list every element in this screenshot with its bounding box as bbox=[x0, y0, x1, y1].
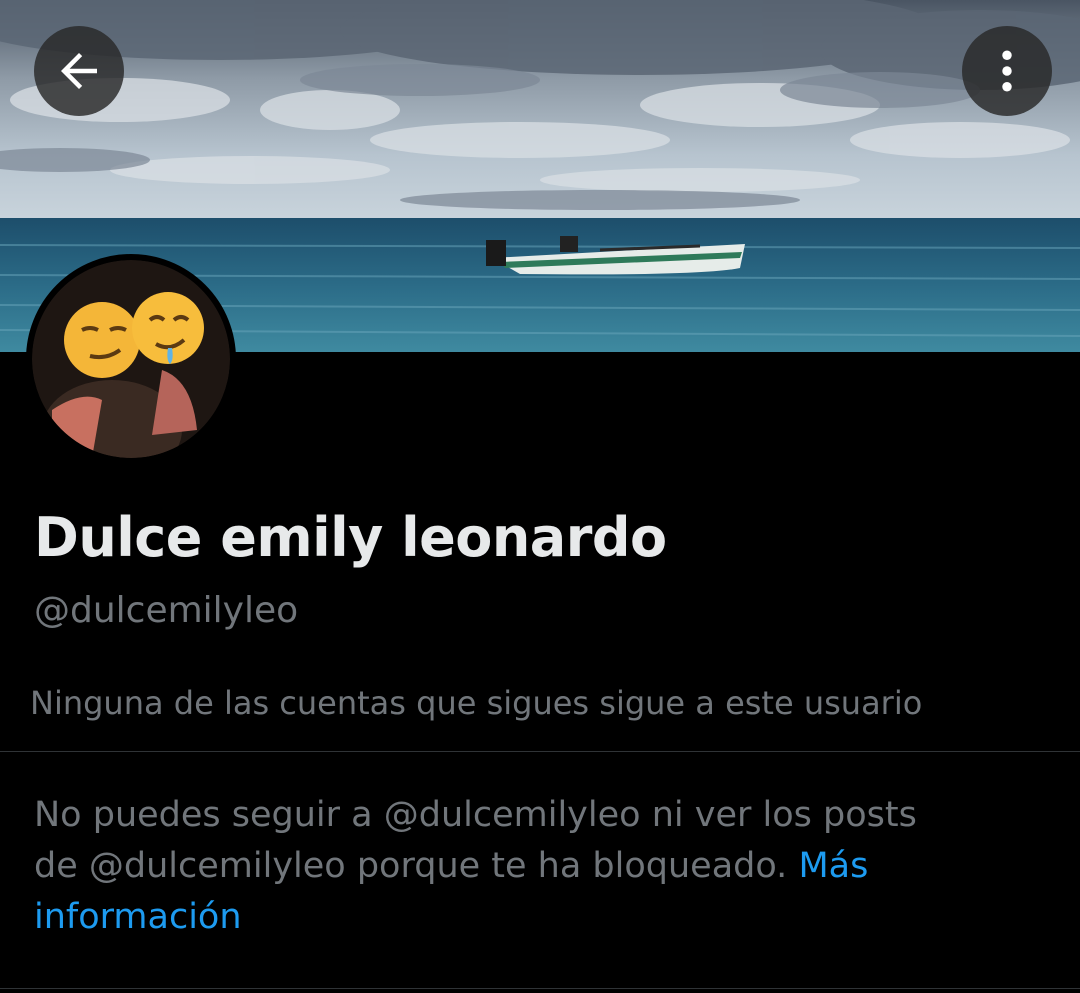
profile-handle: @dulcemilyleo bbox=[34, 590, 299, 631]
divider bbox=[0, 751, 1080, 752]
followers-you-know-text[interactable]: Ninguna de las cuentas que sigues sigue … bbox=[30, 684, 922, 722]
blocked-message: No puedes seguir a @dulcemilyleo ni ver … bbox=[34, 790, 964, 943]
blocked-message-text: No puedes seguir a @dulcemilyleo ni ver … bbox=[34, 795, 917, 886]
arrow-left-icon bbox=[61, 53, 97, 89]
profile-avatar[interactable] bbox=[26, 254, 236, 464]
smirk-emoji-icon bbox=[64, 302, 140, 378]
divider bbox=[0, 988, 1080, 989]
drooling-emoji-icon bbox=[132, 292, 204, 364]
avatar-image bbox=[32, 260, 230, 458]
profile-display-name: Dulce emily leonardo bbox=[34, 506, 667, 569]
vertical-dots-icon bbox=[1002, 50, 1012, 92]
more-options-button[interactable] bbox=[962, 26, 1052, 116]
back-button[interactable] bbox=[34, 26, 124, 116]
